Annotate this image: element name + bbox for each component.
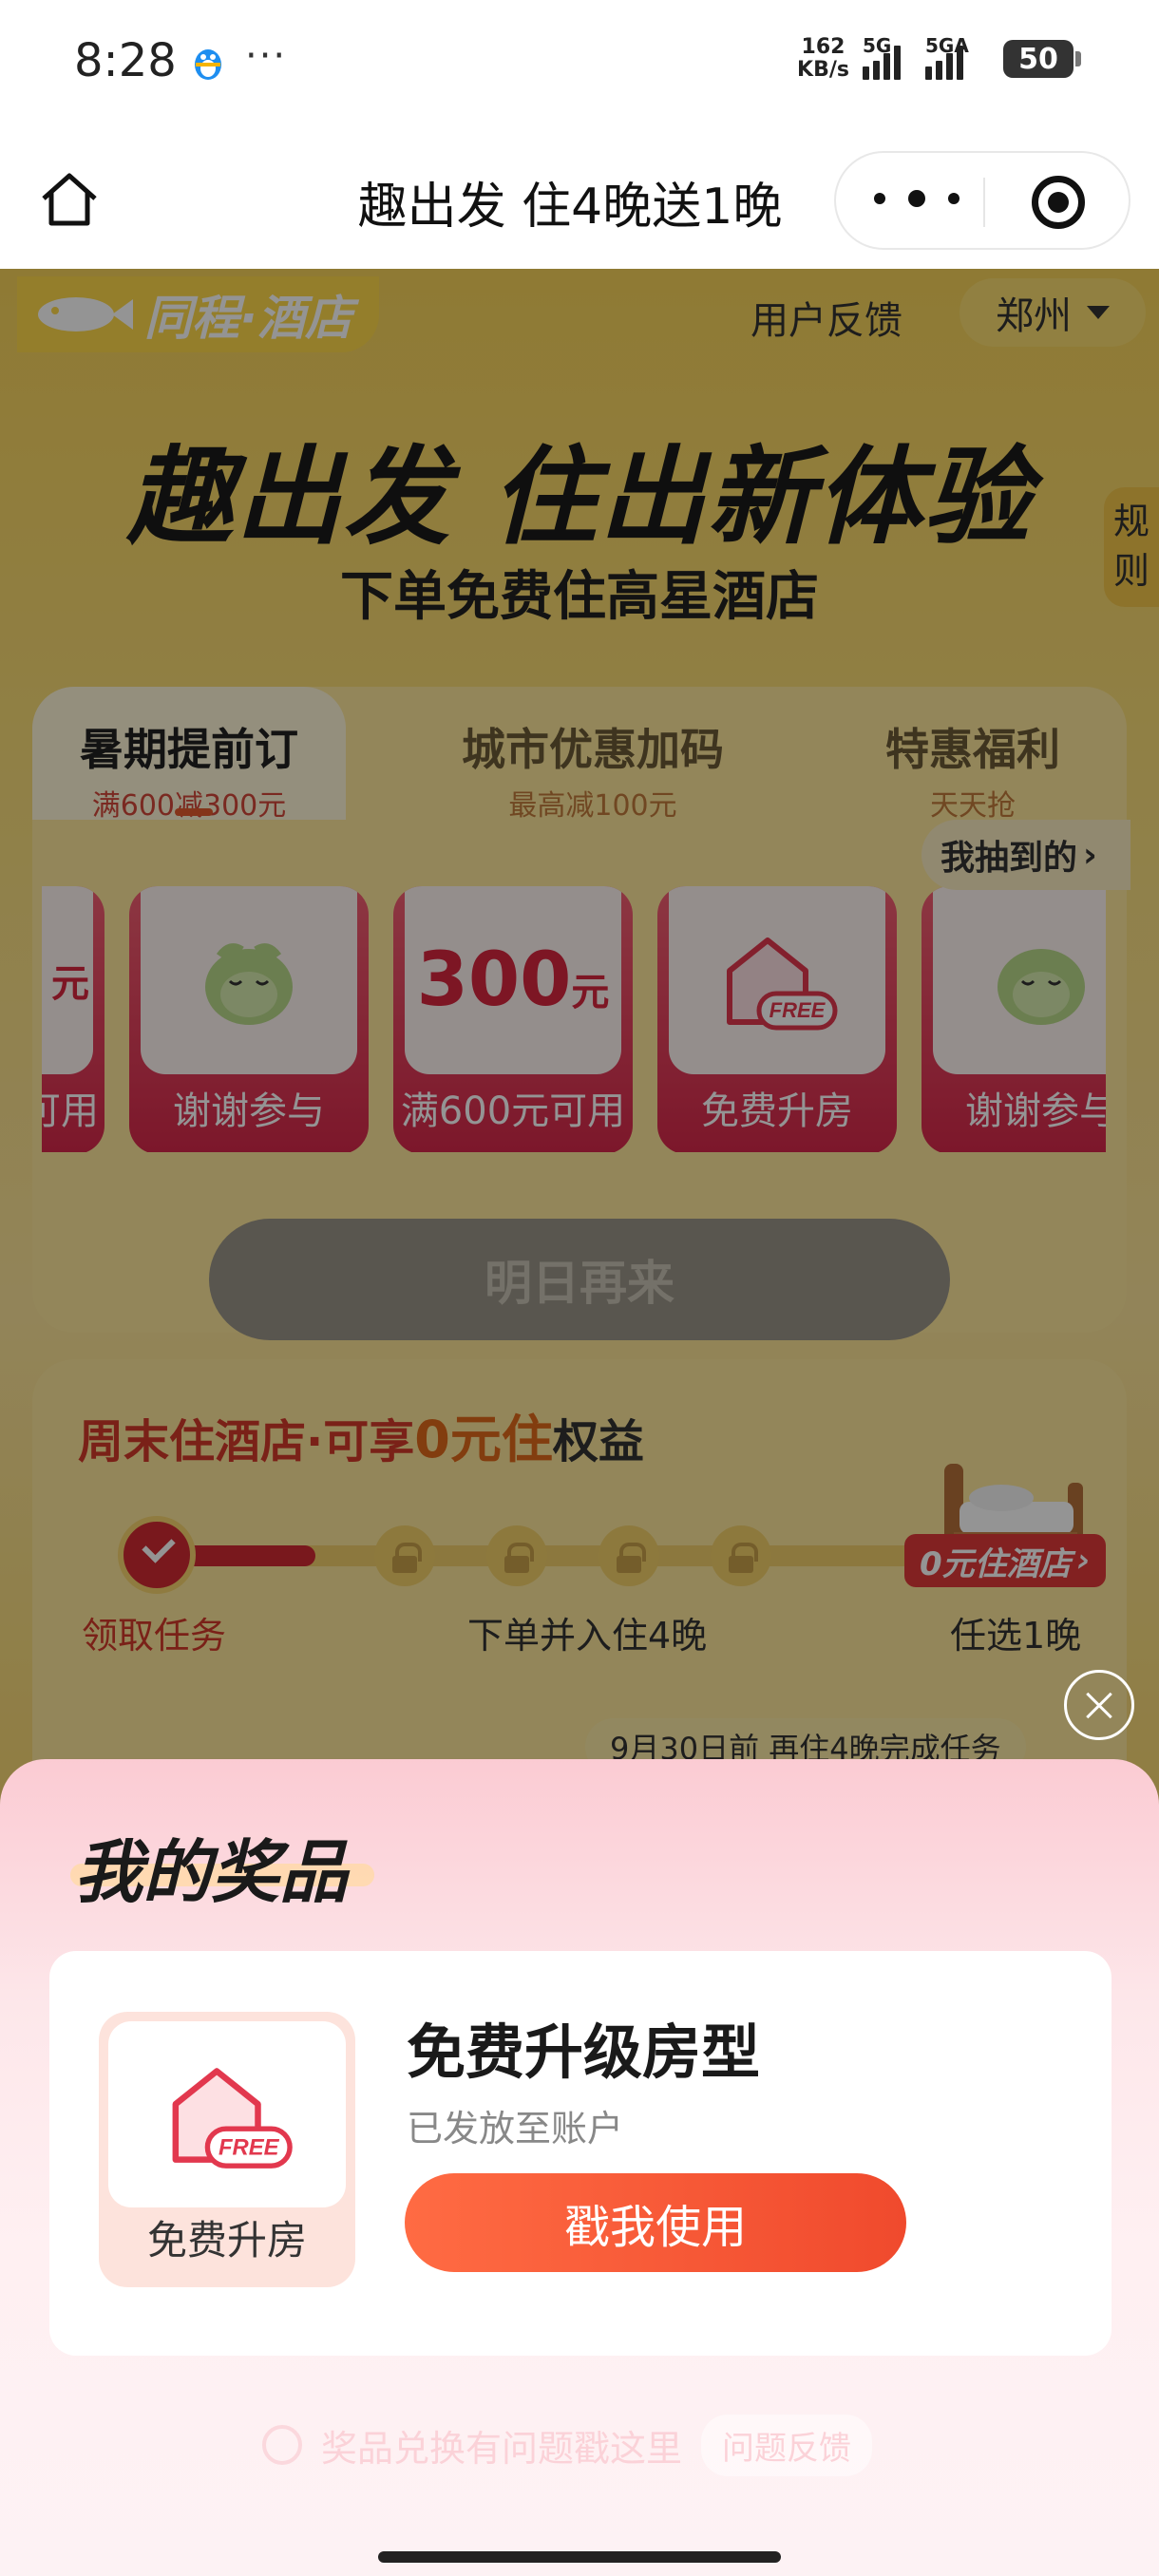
prize-card: FREE 免费升房 免费升级房型 已发放至账户 戳我使用 xyxy=(49,1951,1112,2356)
battery-icon: 50 xyxy=(1003,40,1081,78)
status-bar: 8:28 ··· 162 KB/s 5G 5GA 50 xyxy=(0,0,1159,128)
svg-text:FREE: FREE xyxy=(218,2134,280,2160)
signal-5g-icon: 5G xyxy=(863,34,912,80)
free-upgrade-icon: FREE xyxy=(172,2068,293,2169)
miniprogram-capsule xyxy=(834,151,1130,250)
use-prize-button[interactable]: 戳我使用 xyxy=(405,2173,906,2272)
my-prizes-sheet: 我的奖品 FREE 免费升房 免费升级房型 已发放至账户 戳我使用 奖品兑换有问… xyxy=(0,1759,1159,2576)
help-icon xyxy=(262,2425,302,2465)
close-icon[interactable] xyxy=(1064,1670,1134,1740)
prize-name: 免费升级房型 xyxy=(407,2017,761,2087)
qq-penguin-icon xyxy=(195,49,221,80)
status-icons: 162 KB/s 5G 5GA 50 xyxy=(797,34,1081,82)
network-speed: 162 KB/s xyxy=(797,35,849,82)
signal-5ga-icon: 5GA xyxy=(925,34,990,80)
prize-thumbnail: FREE 免费升房 xyxy=(99,2012,355,2287)
help-row: 奖品兑换有问题戳这里 问题反馈 xyxy=(262,2414,873,2476)
nav-bar: 趣出发 住4晚送1晚 xyxy=(0,128,1159,269)
sheet-title: 我的奖品 xyxy=(74,1832,349,1912)
home-indicator xyxy=(378,2551,781,2563)
feedback-button[interactable]: 问题反馈 xyxy=(701,2414,873,2476)
more-notifications-icon: ··· xyxy=(245,34,288,78)
help-text[interactable]: 奖品兑换有问题戳这里 xyxy=(321,2419,682,2472)
close-miniprogram-icon[interactable] xyxy=(1032,176,1085,229)
prize-status: 已发放至账户 xyxy=(407,2108,624,2150)
more-menu-icon[interactable] xyxy=(874,180,960,218)
status-time: 8:28 xyxy=(74,34,177,87)
